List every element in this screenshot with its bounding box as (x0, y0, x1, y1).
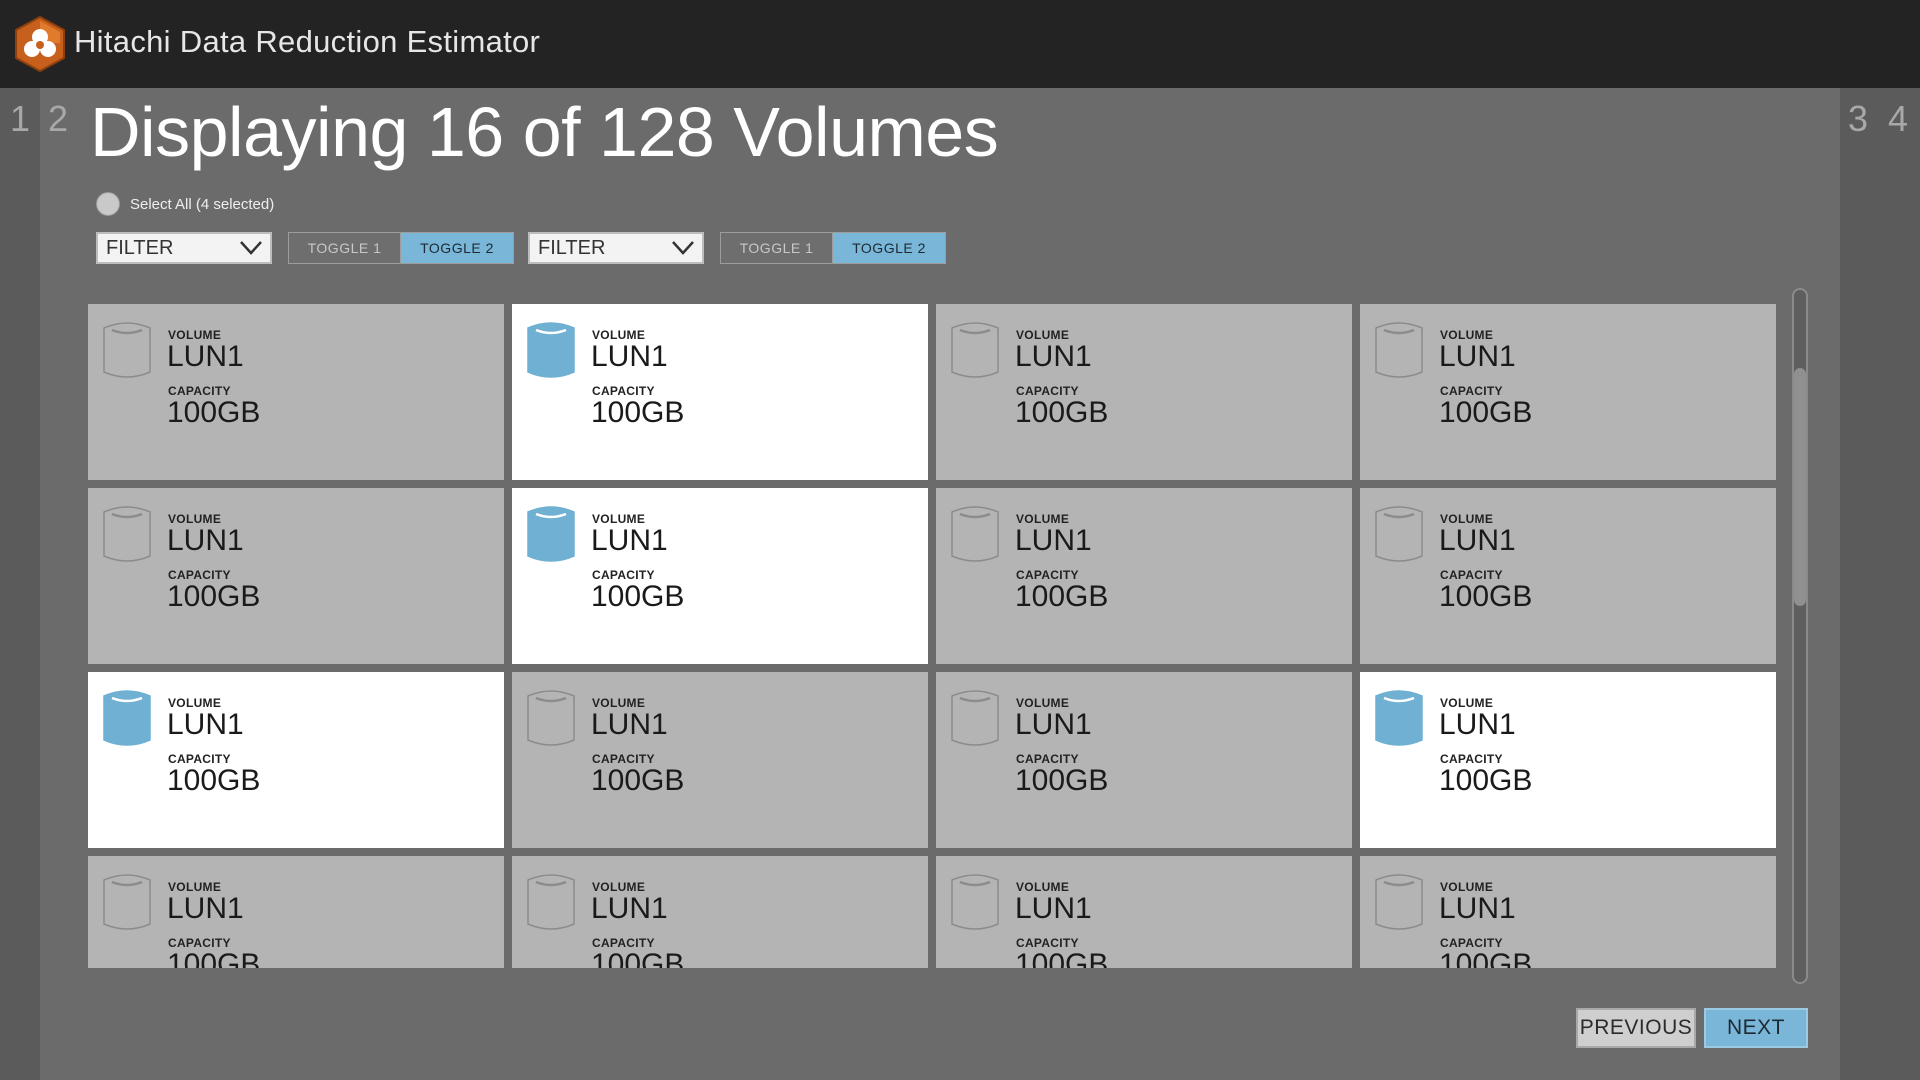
volume-card[interactable]: VOLUME LUN1 CAPACITY 100GB (936, 672, 1352, 848)
select-all-label: Select All (4 selected) (130, 195, 275, 213)
volume-name: LUN1 (167, 524, 244, 557)
filter-dropdown-2[interactable]: FILTER (528, 232, 704, 264)
capacity-value: 100GB (1439, 948, 1533, 968)
volume-icon (951, 874, 999, 930)
capacity-value: 100GB (167, 580, 261, 613)
capacity-value: 100GB (1439, 764, 1533, 797)
volume-icon (527, 690, 575, 746)
capacity-value: 100GB (1015, 764, 1109, 797)
capacity-value: 100GB (167, 948, 261, 968)
filter-label: FILTER (538, 236, 606, 259)
toggle-1-button[interactable]: TOGGLE 1 (289, 233, 401, 263)
volume-name: LUN1 (591, 340, 668, 373)
scrollbar-thumb[interactable] (1794, 368, 1806, 606)
capacity-value: 100GB (1439, 396, 1533, 429)
step-4[interactable]: 4 (1888, 98, 1908, 140)
select-all-radio[interactable] (96, 192, 120, 216)
app-header: Hitachi Data Reduction Estimator (0, 0, 1920, 88)
capacity-value: 100GB (1015, 580, 1109, 613)
volume-card[interactable]: VOLUME LUN1 CAPACITY 100GB (512, 488, 928, 664)
volume-icon (1375, 690, 1423, 746)
volume-card[interactable]: VOLUME LUN1 CAPACITY 100GB (1360, 304, 1776, 480)
volume-card[interactable]: VOLUME LUN1 CAPACITY 100GB (88, 856, 504, 968)
chevron-down-icon (240, 241, 262, 255)
select-all-control[interactable]: Select All (4 selected) (96, 192, 274, 216)
capacity-value: 100GB (167, 764, 261, 797)
volume-name: LUN1 (1439, 708, 1516, 741)
main-content: Displaying 16 of 128 Volumes Select All … (40, 88, 1840, 1080)
toggle-2-button[interactable]: TOGGLE 2 (833, 233, 945, 263)
next-button[interactable]: NEXT (1704, 1008, 1808, 1048)
toggle-1-button[interactable]: TOGGLE 1 (721, 233, 833, 263)
volume-name: LUN1 (1015, 340, 1092, 373)
volume-icon (1375, 874, 1423, 930)
step-3[interactable]: 3 (1848, 98, 1868, 140)
volume-icon (1375, 322, 1423, 378)
step-rail-right (1840, 88, 1920, 1080)
volume-icon (951, 506, 999, 562)
volume-icon (103, 322, 151, 378)
toggle-2-button[interactable]: TOGGLE 2 (401, 233, 513, 263)
volume-grid-viewport: VOLUME LUN1 CAPACITY 100GB VOLUME LUN1 CAPACIT… (88, 304, 1778, 968)
volume-name: LUN1 (1015, 524, 1092, 557)
volume-icon (951, 322, 999, 378)
capacity-value: 100GB (591, 948, 685, 968)
volume-icon (527, 322, 575, 378)
chevron-down-icon (672, 241, 694, 255)
volume-card[interactable]: VOLUME LUN1 CAPACITY 100GB (88, 488, 504, 664)
filter-label: FILTER (106, 236, 174, 259)
volume-icon (1375, 506, 1423, 562)
filter-dropdown-1[interactable]: FILTER (96, 232, 272, 264)
page-title: Displaying 16 of 128 Volumes (90, 93, 999, 171)
toggle-group-2: TOGGLE 1 TOGGLE 2 (720, 232, 946, 264)
volume-card[interactable]: VOLUME LUN1 CAPACITY 100GB (512, 856, 928, 968)
volume-name: LUN1 (167, 892, 244, 925)
volume-icon (527, 874, 575, 930)
volume-icon (103, 506, 151, 562)
volume-name: LUN1 (1439, 892, 1516, 925)
volume-name: LUN1 (591, 524, 668, 557)
volume-icon (527, 506, 575, 562)
volume-name: LUN1 (1439, 524, 1516, 557)
step-rail-left (0, 88, 40, 1080)
volume-name: LUN1 (591, 708, 668, 741)
step-1[interactable]: 1 (10, 98, 30, 140)
volume-name: LUN1 (1015, 708, 1092, 741)
capacity-value: 100GB (1015, 948, 1109, 968)
hitachi-logo-icon (15, 15, 65, 73)
capacity-value: 100GB (591, 580, 685, 613)
capacity-value: 100GB (1439, 580, 1533, 613)
volume-card[interactable]: VOLUME LUN1 CAPACITY 100GB (1360, 672, 1776, 848)
capacity-value: 100GB (591, 764, 685, 797)
capacity-value: 100GB (1015, 396, 1109, 429)
volume-card[interactable]: VOLUME LUN1 CAPACITY 100GB (512, 672, 928, 848)
volume-icon (103, 874, 151, 930)
volume-icon (103, 690, 151, 746)
volume-card[interactable]: VOLUME LUN1 CAPACITY 100GB (936, 856, 1352, 968)
volume-name: LUN1 (1439, 340, 1516, 373)
volume-name: LUN1 (591, 892, 668, 925)
volume-card[interactable]: VOLUME LUN1 CAPACITY 100GB (88, 304, 504, 480)
volume-card[interactable]: VOLUME LUN1 CAPACITY 100GB (1360, 488, 1776, 664)
volume-card[interactable]: VOLUME LUN1 CAPACITY 100GB (1360, 856, 1776, 968)
toggle-group-1: TOGGLE 1 TOGGLE 2 (288, 232, 514, 264)
volume-card[interactable]: VOLUME LUN1 CAPACITY 100GB (88, 672, 504, 848)
previous-button[interactable]: PREVIOUS (1576, 1008, 1696, 1048)
volume-card[interactable]: VOLUME LUN1 CAPACITY 100GB (512, 304, 928, 480)
capacity-value: 100GB (167, 396, 261, 429)
volume-name: LUN1 (1015, 892, 1092, 925)
volume-grid: VOLUME LUN1 CAPACITY 100GB VOLUME LUN1 CAPACIT… (88, 304, 1778, 968)
volume-card[interactable]: VOLUME LUN1 CAPACITY 100GB (936, 488, 1352, 664)
volume-icon (951, 690, 999, 746)
app-title: Hitachi Data Reduction Estimator (74, 24, 541, 59)
capacity-value: 100GB (591, 396, 685, 429)
volume-name: LUN1 (167, 340, 244, 373)
volume-card[interactable]: VOLUME LUN1 CAPACITY 100GB (936, 304, 1352, 480)
volume-name: LUN1 (167, 708, 244, 741)
